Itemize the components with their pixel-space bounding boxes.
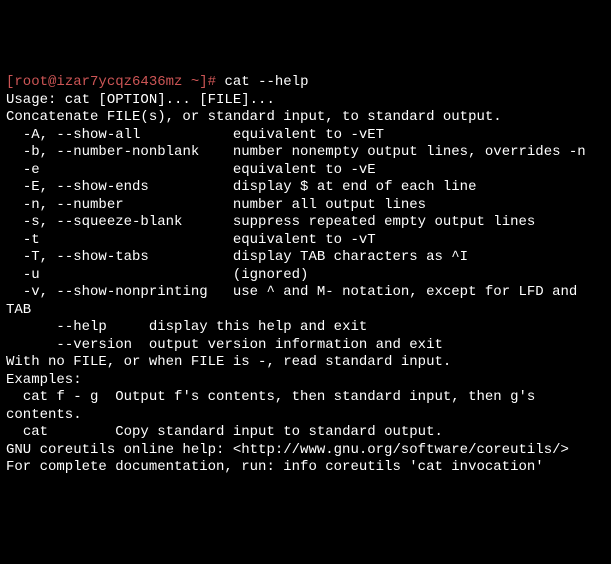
output-ex1: cat f - g Output f's contents, then stan…	[6, 389, 605, 424]
output-opt-t: -t equivalent to -vT	[6, 232, 605, 250]
output-opt-T: -T, --show-tabs display TAB characters a…	[6, 249, 605, 267]
output-opt-v: -v, --show-nonprinting use ^ and M- nota…	[6, 284, 605, 319]
output-info: For complete documentation, run: info co…	[6, 459, 605, 477]
output-opt-s: -s, --squeeze-blank suppress repeated em…	[6, 214, 605, 232]
output-opt-u: -u (ignored)	[6, 267, 605, 285]
output-opt-E: -E, --show-ends display $ at end of each…	[6, 179, 605, 197]
terminal-screen[interactable]: [root@izar7ycqz6436mz ~]# cat --helpUsag…	[6, 74, 605, 477]
output-opt-e: -e equivalent to -vE	[6, 162, 605, 180]
output-opt-version: --version output version information and…	[6, 337, 605, 355]
prompt-bracket-close: ]	[199, 74, 207, 90]
output-nofile: With no FILE, or when FILE is -, read st…	[6, 354, 605, 372]
user-at-host: root@izar7ycqz6436mz	[14, 74, 182, 90]
output-opt-n: -n, --number number all output lines	[6, 197, 605, 215]
output-ex2: cat Copy standard input to standard outp…	[6, 424, 605, 442]
output-opt-b: -b, --number-nonblank number nonempty ou…	[6, 144, 605, 162]
output-desc: Concatenate FILE(s), or standard input, …	[6, 109, 605, 127]
prompt-line: [root@izar7ycqz6436mz ~]# cat --help	[6, 74, 605, 92]
prompt-hash: #	[208, 74, 225, 90]
output-opt-A: -A, --show-all equivalent to -vET	[6, 127, 605, 145]
cwd-tilde: ~	[182, 74, 199, 90]
command-text: cat --help	[224, 74, 308, 90]
output-help-url: GNU coreutils online help: <http://www.g…	[6, 442, 605, 460]
output-opt-help: --help display this help and exit	[6, 319, 605, 337]
output-usage: Usage: cat [OPTION]... [FILE]...	[6, 92, 605, 110]
output-examples-hdr: Examples:	[6, 372, 605, 390]
